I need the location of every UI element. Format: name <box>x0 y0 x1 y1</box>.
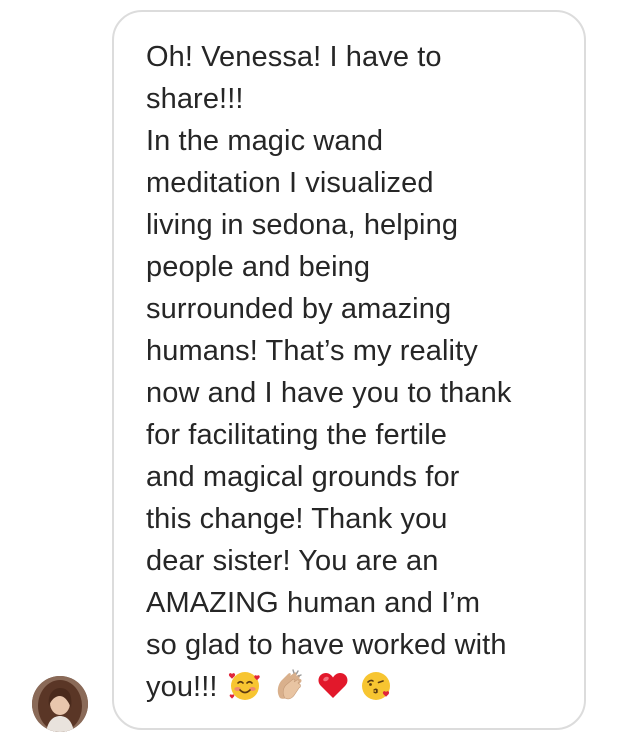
message-line-last: you!!! <box>146 666 560 708</box>
message-line: living in sedona, helping <box>146 209 459 241</box>
dm-conversation: Oh! Venessa! I have to share!!! In the m… <box>0 0 640 744</box>
message-line: humans! That’s my reality <box>146 335 478 367</box>
message-line: AMAZING human and I’m <box>146 587 481 619</box>
message-line: so glad to have worked with <box>146 629 507 661</box>
emoji-row <box>228 668 394 702</box>
smiling-face-with-hearts-icon <box>228 668 262 702</box>
face-blowing-kiss-icon <box>360 668 394 702</box>
message-line: for facilitating the fertile <box>146 419 447 451</box>
message-line: meditation I visualized <box>146 167 434 199</box>
message-line: and magical grounds for <box>146 461 460 493</box>
message-line: you!!! <box>146 671 218 703</box>
message-bubble[interactable]: Oh! Venessa! I have to share!!! In the m… <box>112 10 586 730</box>
message-text: Oh! Venessa! I have to share!!! In the m… <box>146 36 560 708</box>
message-row: Oh! Venessa! I have to share!!! In the m… <box>0 0 640 744</box>
message-line: Oh! Venessa! I have to <box>146 41 442 73</box>
message-line: dear sister! You are an <box>146 545 439 577</box>
red-heart-icon <box>316 668 350 702</box>
avatar[interactable] <box>32 676 88 732</box>
message-line: now and I have you to thank <box>146 377 512 409</box>
message-line: share!!! <box>146 83 244 115</box>
message-line: this change! Thank you <box>146 503 448 535</box>
message-line: In the magic wand <box>146 125 384 157</box>
message-line: people and being <box>146 251 371 283</box>
clapping-hands-icon <box>272 668 306 702</box>
message-line: surrounded by amazing <box>146 293 452 325</box>
